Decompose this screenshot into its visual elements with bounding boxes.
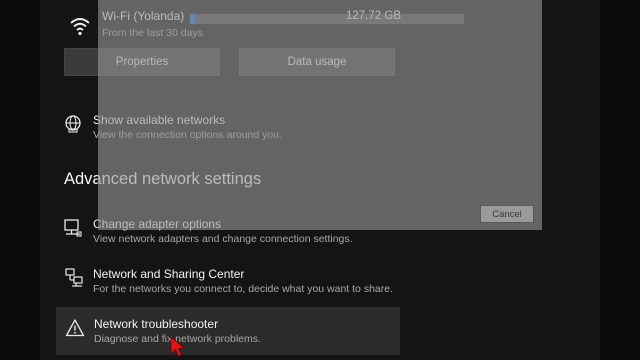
globe-network-icon xyxy=(65,115,81,133)
data-usage-button[interactable]: Data usage xyxy=(239,48,395,76)
data-usage-value: 127.72 GB xyxy=(346,10,401,22)
advanced-settings-heading: Advanced network settings xyxy=(64,170,262,188)
right-margin xyxy=(600,0,640,360)
sharing-center-title: Network and Sharing Center xyxy=(93,267,245,281)
sharing-center-subtitle: For the networks you connect to, decide … xyxy=(93,283,393,295)
mouse-pointer-icon xyxy=(170,336,186,358)
change-adapter-subtitle: View network adapters and change connect… xyxy=(93,233,353,245)
sharing-center-icon xyxy=(65,268,83,287)
wifi-icon xyxy=(70,18,90,36)
properties-button[interactable]: Properties xyxy=(64,48,220,76)
cancel-button[interactable]: Cancel xyxy=(480,205,534,223)
data-usage-bar xyxy=(190,14,464,24)
network-adapter-icon xyxy=(64,219,82,237)
network-troubleshooter-link[interactable] xyxy=(56,307,400,355)
data-usage-fill xyxy=(190,14,196,24)
change-adapter-title: Change adapter options xyxy=(93,217,222,231)
warning-icon xyxy=(65,319,85,337)
show-networks-title: Show available networks xyxy=(93,113,226,127)
left-margin xyxy=(0,0,40,360)
troubleshooter-title: Network troubleshooter xyxy=(94,317,219,331)
show-networks-subtitle: View the connection options around you. xyxy=(93,129,282,141)
usage-period: From the last 30 days xyxy=(102,27,203,39)
wifi-network-name: Wi-Fi (Yolanda) xyxy=(102,9,185,23)
